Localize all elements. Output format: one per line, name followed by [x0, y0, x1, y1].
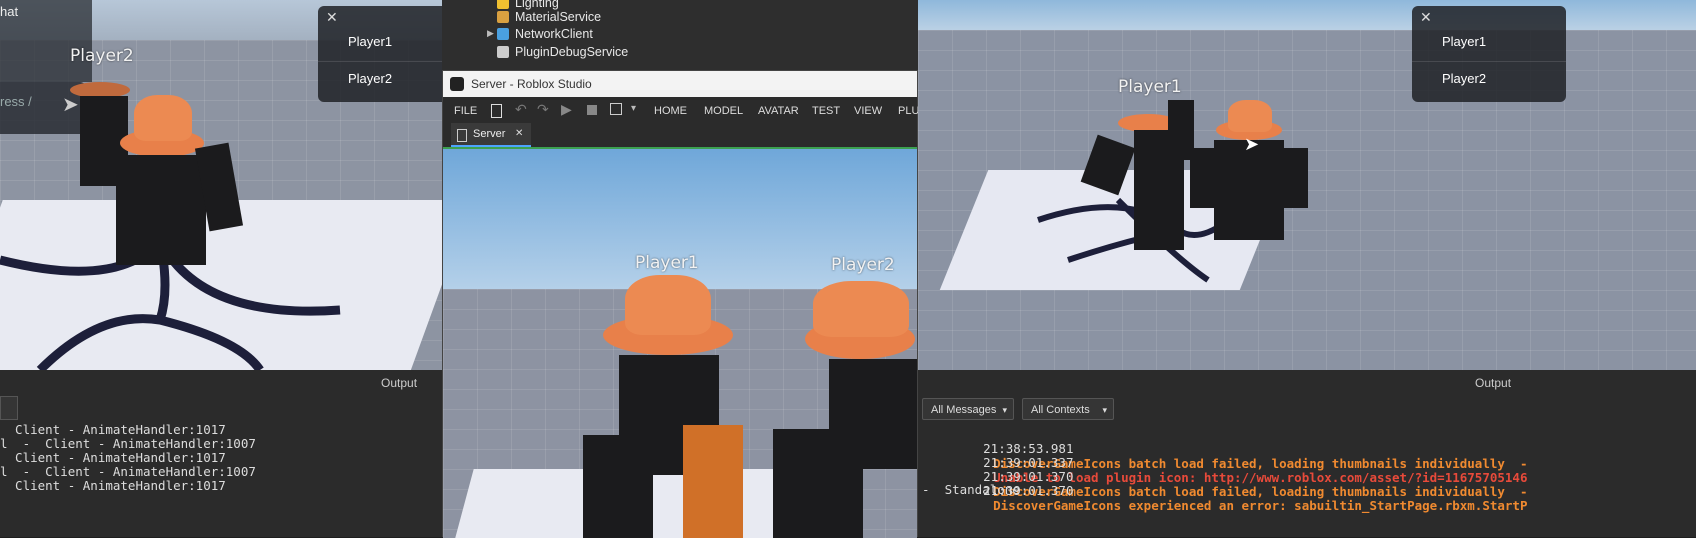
- chat-text: hat: [0, 4, 19, 19]
- title-bar[interactable]: Server - Roblox Studio: [443, 71, 917, 97]
- context-filter-dropdown[interactable]: All Contexts ▾: [1022, 398, 1114, 420]
- menu-view[interactable]: VIEW: [854, 99, 882, 123]
- tab-server[interactable]: Server ✕: [451, 123, 531, 147]
- player-list: ✕ Player1 Player2: [1412, 6, 1566, 102]
- log-message: DiscoverGameIcons experienced an error: …: [993, 498, 1528, 513]
- explorer-item[interactable]: PluginDebugService: [497, 43, 628, 61]
- output-title: Output: [381, 376, 418, 390]
- right-output-panel: Output All Messages ▾ All Contexts ▾ 21:…: [918, 370, 1696, 537]
- script-icon: [457, 129, 467, 142]
- close-tab-icon[interactable]: ✕: [515, 128, 523, 139]
- log-entry: 21:39:01.370 DiscoverGameIcons experienc…: [938, 468, 1527, 528]
- avatar-player2: [1188, 100, 1308, 250]
- message-filter-dropdown[interactable]: All Messages ▾: [922, 398, 1014, 420]
- avatar-player1: [583, 275, 743, 538]
- expand-arrow-icon[interactable]: ▶: [487, 28, 494, 39]
- avatar-player2: [90, 95, 244, 275]
- player-list-item[interactable]: Player1: [1412, 24, 1566, 60]
- network-client-icon: [497, 28, 509, 40]
- explorer-item[interactable]: MaterialService: [497, 8, 601, 26]
- mouse-cursor-icon: ➤: [1244, 134, 1260, 154]
- menu-plugins[interactable]: PLU: [898, 99, 919, 123]
- material-service-icon: [497, 11, 509, 23]
- undo-icon[interactable]: ↶: [515, 101, 527, 118]
- nametag-player1: Player1: [635, 253, 699, 273]
- chat-input-placeholder: ress /: [0, 94, 32, 109]
- log-line: Client - AnimateHandler:1017: [0, 450, 226, 465]
- nametag-player2: Player2: [831, 255, 895, 275]
- log-line: l - Client - AnimateHandler:1007: [0, 436, 256, 451]
- player-list: ✕ Player1 Player2: [318, 6, 442, 102]
- menu-home[interactable]: HOME: [654, 99, 687, 123]
- server-studio-window: Server - Roblox Studio FILE ↶ ↷ ▶ ▾ HOME…: [442, 70, 919, 538]
- redo-icon[interactable]: ↷: [537, 101, 549, 118]
- explorer-item[interactable]: NetworkClient: [497, 25, 593, 43]
- player-list-item[interactable]: Player2: [318, 61, 442, 97]
- filter-dropdown[interactable]: [0, 396, 18, 420]
- log-line: l - Client - AnimateHandler:1007: [0, 464, 256, 479]
- roblox-studio-icon: [450, 77, 464, 91]
- right-client-viewport[interactable]: Player1 ➤ ✕ Player1 Player2: [918, 0, 1696, 370]
- chevron-down-icon: ▾: [1102, 405, 1107, 415]
- team-test-icon[interactable]: [610, 103, 622, 115]
- customize-toolbar-icon[interactable]: ▾: [631, 103, 636, 114]
- menu-model[interactable]: MODEL: [704, 99, 743, 123]
- player-list-item[interactable]: Player1: [318, 24, 442, 60]
- chat-window: hat: [0, 0, 92, 82]
- window-title: Server - Roblox Studio: [471, 77, 592, 91]
- explorer-panel: Lighting MaterialService ▶ NetworkClient…: [442, 0, 918, 72]
- log-footer: - Standalone: [922, 482, 1020, 497]
- avatar-player2: [769, 279, 917, 538]
- output-title: Output: [1475, 376, 1512, 390]
- left-output-panel: Output Client - AnimateHandler:1017 l - …: [0, 370, 442, 537]
- log-list: 21:38:53.981 DiscoverGameIcons batch loa…: [918, 426, 1696, 536]
- tab-label: Server: [473, 128, 506, 140]
- menu-avatar[interactable]: AVATAR: [758, 99, 799, 123]
- log-list: Client - AnimateHandler:1017 l - Client …: [0, 422, 256, 527]
- left-client-viewport[interactable]: hat ress / ➤ Player2 ✕ Player1 Player2: [0, 0, 442, 370]
- play-icon[interactable]: ▶: [561, 101, 572, 118]
- player-list-item[interactable]: Player2: [1412, 61, 1566, 97]
- plugin-debug-service-icon: [497, 46, 509, 58]
- stop-icon[interactable]: [587, 105, 597, 115]
- new-file-icon[interactable]: [491, 104, 502, 118]
- avatar-player1: [1080, 100, 1198, 250]
- tab-strip: Server ✕: [443, 123, 917, 147]
- server-viewport[interactable]: Player1 Player2: [443, 147, 917, 538]
- menu-test[interactable]: TEST: [812, 99, 840, 123]
- chevron-down-icon: ▾: [1002, 405, 1007, 415]
- nametag-player1: Player1: [1118, 77, 1182, 97]
- log-line: Client - AnimateHandler:1017: [0, 422, 226, 437]
- menu-bar: FILE ↶ ↷ ▶ ▾ HOME MODEL AVATAR TEST VIEW…: [443, 97, 919, 123]
- menu-file[interactable]: FILE: [454, 99, 477, 123]
- nametag-player2: Player2: [70, 46, 134, 66]
- log-line: Client - AnimateHandler:1017: [0, 478, 226, 493]
